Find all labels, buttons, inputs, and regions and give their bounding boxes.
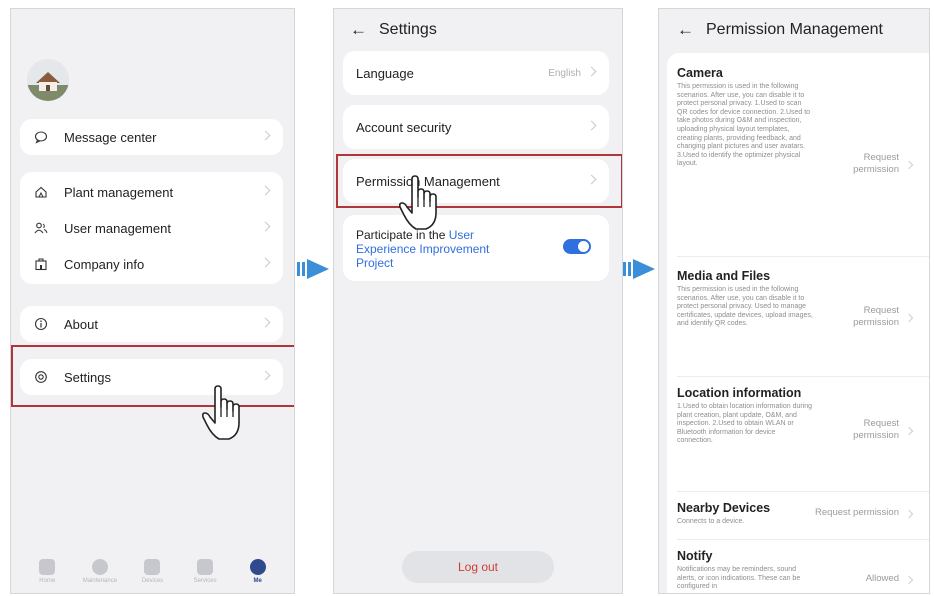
permission-description: 1.Used to obtain location information du… [677,403,813,445]
settings-highlight-box [11,345,294,407]
divider [677,539,929,540]
menu-item-label: User management [64,220,171,236]
home-icon [39,558,56,575]
chevron-right-icon [904,575,914,585]
back-arrow-icon[interactable]: ← [350,20,367,40]
tab-label: Me [253,577,262,584]
tab-maintenance[interactable]: Maintenance [78,558,122,584]
me-icon [249,558,266,575]
permission-highlight-box [336,154,622,208]
back-arrow-icon[interactable]: ← [677,20,694,40]
language-label: Language [356,65,414,81]
info-icon [34,317,48,331]
menu-item-label: Company info [64,256,145,272]
divider [677,491,929,492]
ux-toggle[interactable] [563,239,591,254]
permission-action[interactable]: Request permission [789,507,899,519]
chevron-right-icon [586,120,597,131]
services-icon [197,558,214,575]
tab-devices[interactable]: Devices [130,558,174,584]
permission-action[interactable]: Allowed [839,573,899,585]
company-icon [34,257,48,271]
tab-services[interactable]: Services [183,558,227,584]
permission-nearby-devices[interactable]: Nearby Devices Connects to a device. Req… [677,501,921,527]
menu-item-plant-management[interactable]: Plant management [20,174,283,210]
plant-icon [34,185,48,199]
header: ← Settings [350,15,437,45]
permission-action[interactable]: Request permission [829,152,899,176]
permission-notify[interactable]: Notify Notifications may be reminders, s… [677,549,921,592]
header: ← Permission Management [677,15,883,45]
management-card: Plant management User management Company… [20,172,283,284]
tab-label: Services [193,577,217,584]
hand-pointer-icon [396,175,444,233]
permission-action[interactable]: Request permission [829,305,899,329]
divider [677,376,929,377]
maintenance-icon [91,558,108,575]
page-title: Settings [379,21,437,38]
menu-item-message-center[interactable]: Message center [20,119,283,155]
about-card: About [20,306,283,342]
permission-description: This permission is used in the following… [677,286,813,328]
menu-item-label: About [64,316,98,332]
permission-camera[interactable]: Camera This permission is used in the fo… [677,66,921,175]
bottom-tab-bar: Home Maintenance Devices Services Me [11,549,294,593]
chevron-right-icon [260,130,271,141]
permission-media-files[interactable]: Media and Files This permission is used … [677,269,921,329]
devices-icon [144,558,161,575]
permission-title: Location information [677,386,802,400]
tab-label: Home [39,577,56,584]
logout-button[interactable]: Log out [402,551,554,583]
ux-improvement-text: Participate in the User Experience Impro… [356,228,516,270]
permission-title: Media and Files [677,269,771,283]
page-title: Permission Management [706,21,883,38]
menu-item-label: Plant management [64,184,174,200]
chevron-right-icon [904,313,914,323]
permission-description: Connects to a device. [677,518,745,525]
account-security-label: Account security [356,119,452,135]
message-card: Message center [20,119,283,155]
chevron-right-icon [260,185,271,196]
chevron-right-icon [904,426,914,436]
menu-item-about[interactable]: About [20,306,283,342]
tab-label: Devices [141,577,164,584]
settings-screen: ← Settings Language English Account secu… [333,8,623,594]
language-row[interactable]: Language English [343,51,609,95]
permission-description: This permission is used in the following… [677,83,811,168]
account-security-row[interactable]: Account security [343,105,609,149]
chevron-right-icon [260,317,271,328]
me-screen: Message center Plant management User man… [10,8,295,594]
divider [677,256,929,257]
hand-pointer-icon [199,385,247,443]
chevron-right-icon [260,257,271,268]
menu-item-user-management[interactable]: User management [20,210,283,246]
step-arrow-icon [622,258,656,280]
ux-improvement-row: Participate in the User Experience Impro… [343,215,609,281]
language-value: English [548,67,581,79]
tab-label: Maintenance [82,577,118,584]
permission-management-screen: ← Permission Management Camera This perm… [658,8,930,594]
chevron-right-icon [904,160,914,170]
chevron-right-icon [586,66,597,77]
tab-me[interactable]: Me [236,558,280,584]
permission-title: Notify [677,549,713,563]
permission-description: Notifications may be reminders, sound al… [677,566,801,591]
step-arrow-icon [296,258,330,280]
permission-title: Camera [677,66,723,80]
permission-action[interactable]: Request permission [829,418,899,442]
permission-location[interactable]: Location information 1.Used to obtain lo… [677,386,921,446]
message-icon [34,130,48,144]
users-icon [34,221,48,235]
chevron-right-icon [260,221,271,232]
avatar[interactable] [27,59,69,101]
tab-home[interactable]: Home [25,558,69,584]
menu-item-company-info[interactable]: Company info [20,246,283,282]
menu-item-label: Message center [64,129,157,145]
